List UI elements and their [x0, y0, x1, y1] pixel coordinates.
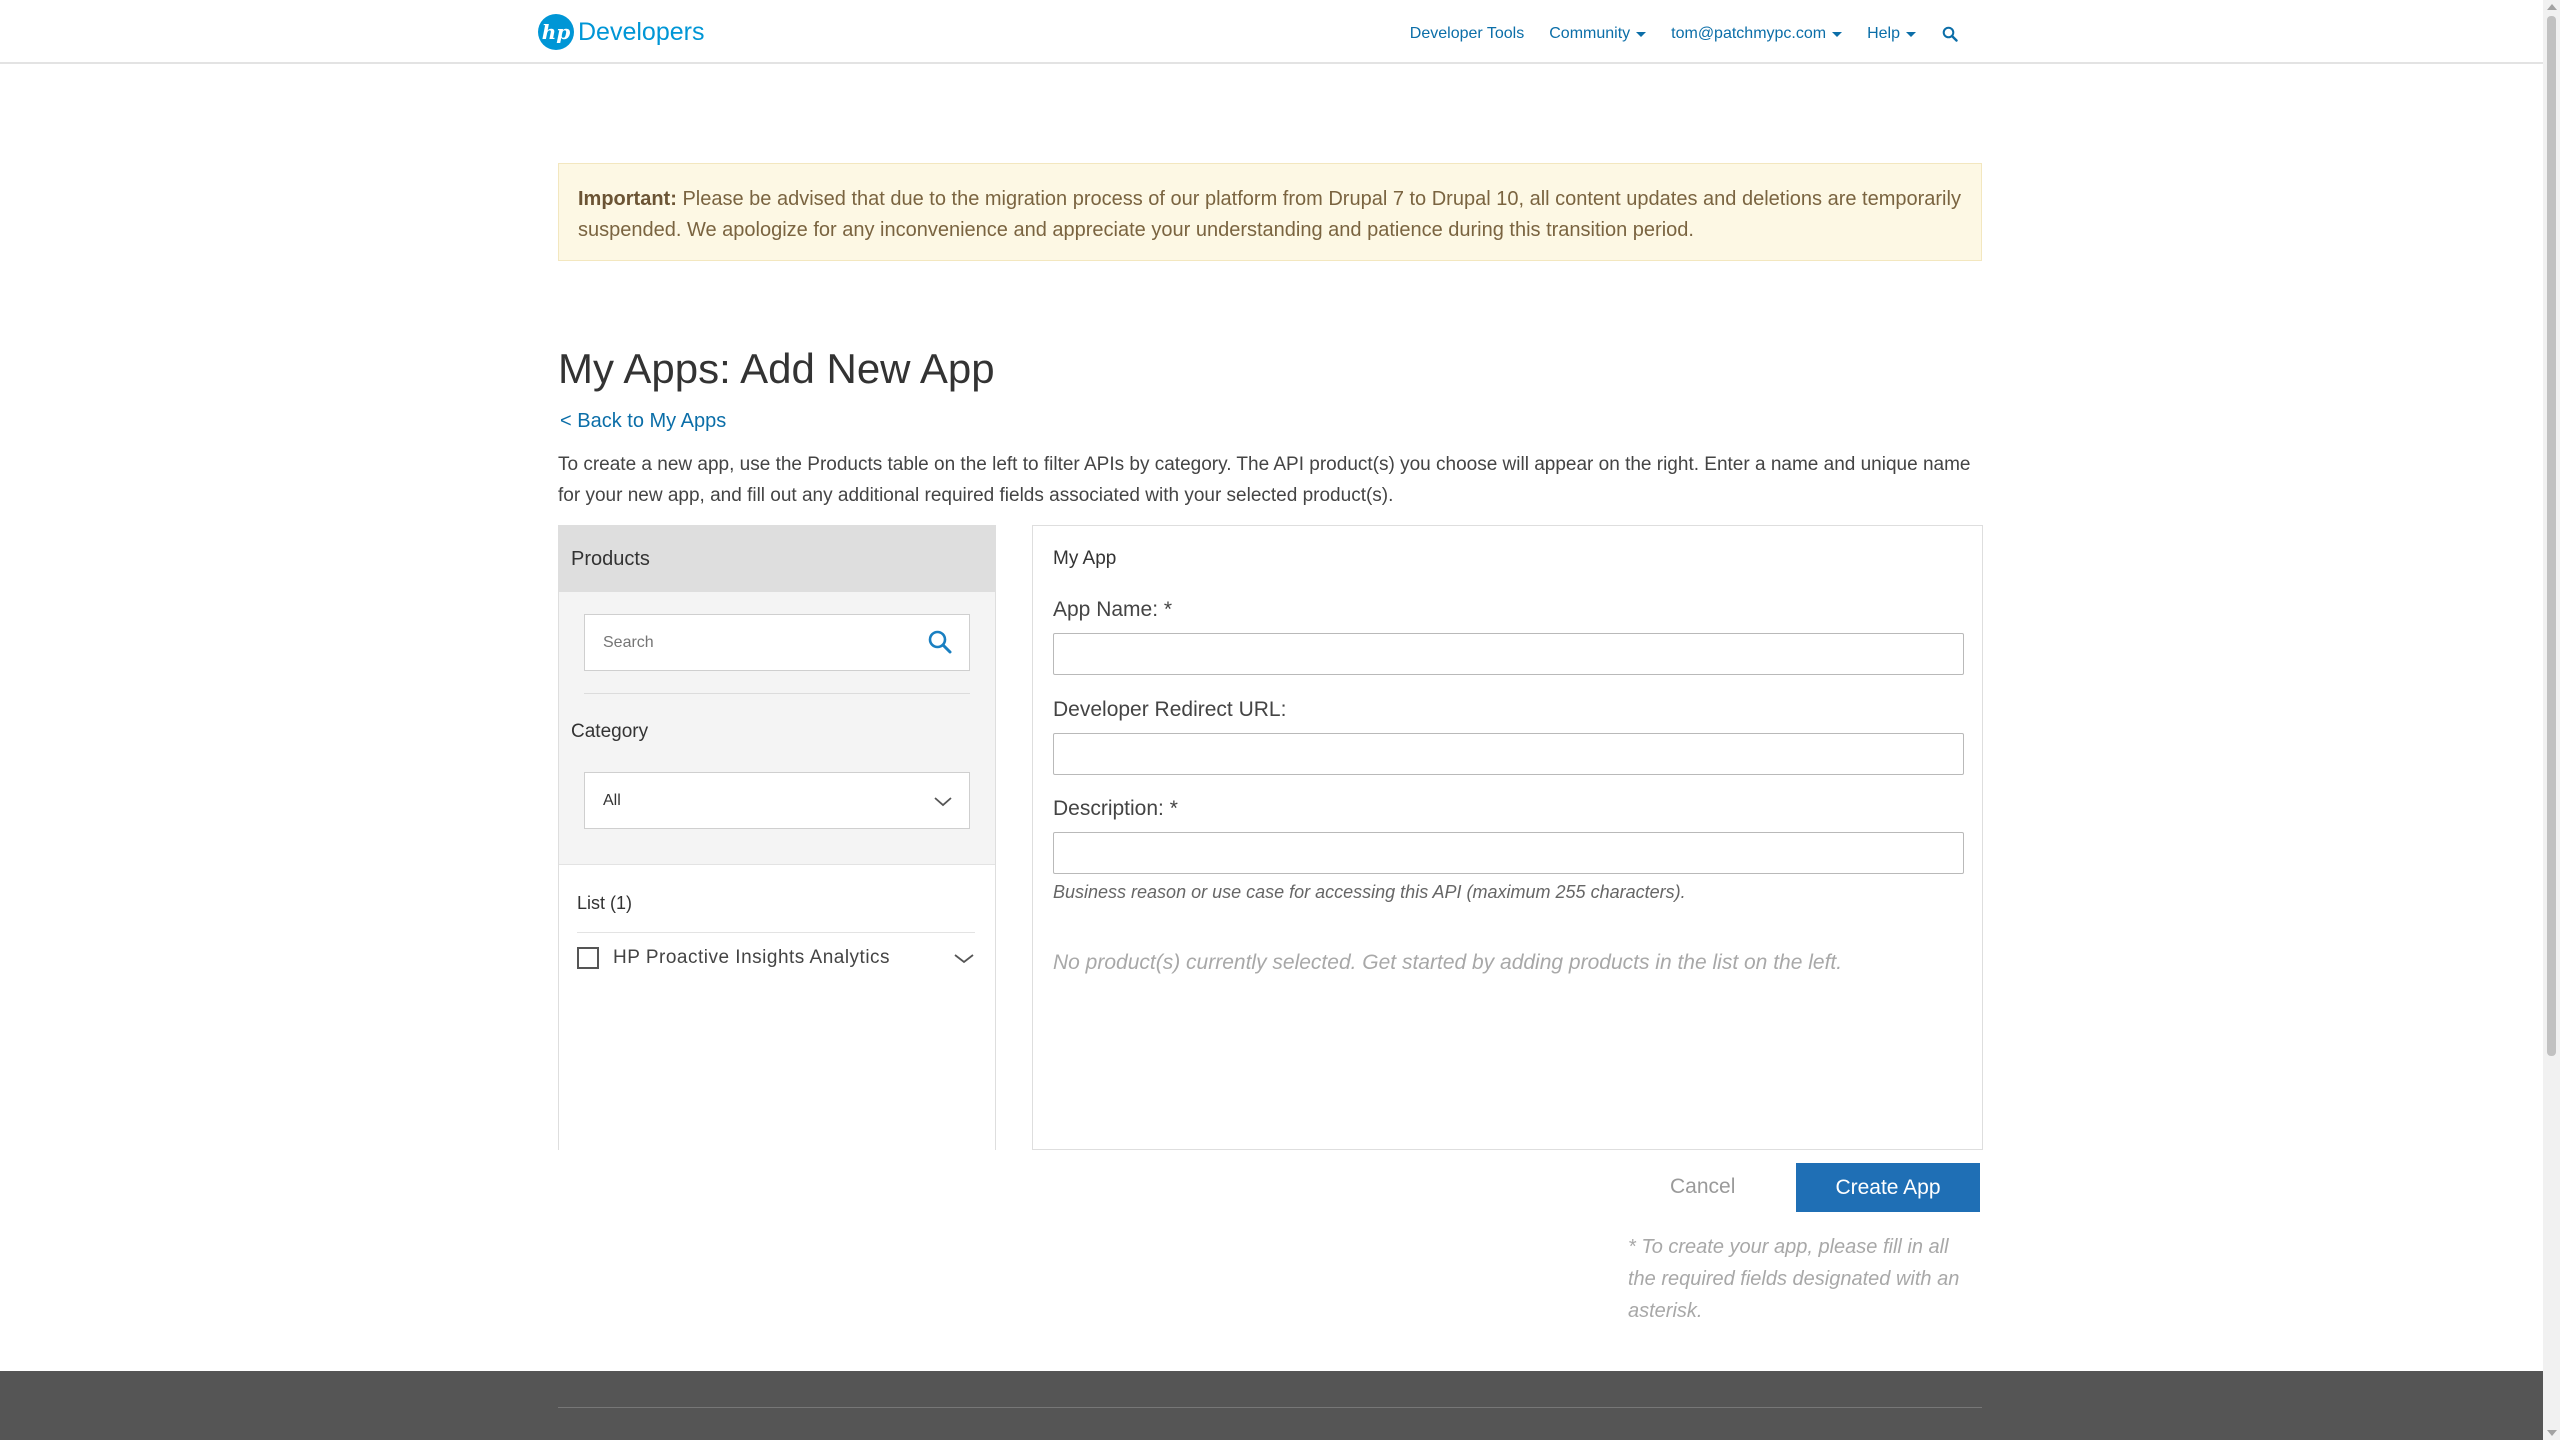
hp-logo-icon: hp [538, 14, 574, 50]
no-products-message: No product(s) currently selected. Get st… [1053, 951, 1843, 974]
back-to-my-apps-link[interactable]: < Back to My Apps [560, 410, 726, 433]
divider [577, 932, 975, 933]
notice-strong: Important: [578, 188, 677, 210]
products-panel: Products Category All List (1) HP Proact… [558, 525, 996, 1150]
nav-community[interactable]: Community [1549, 25, 1647, 43]
description-help-text: Business reason or use case for accessin… [1053, 882, 1686, 902]
list-item: HP Proactive Insights Analytics [577, 943, 975, 973]
scroll-thumb[interactable] [2547, 16, 2556, 1056]
redirect-url-label: Developer Redirect URL: [1053, 698, 1287, 721]
chevron-down-icon[interactable] [953, 949, 975, 974]
nav-developer-tools[interactable]: Developer Tools [1410, 25, 1524, 43]
caret-down-icon [1636, 31, 1647, 37]
app-name-label: App Name: * [1053, 598, 1173, 621]
scroll-down-arrow-icon[interactable] [2547, 1430, 2557, 1436]
caret-down-icon [1832, 31, 1843, 37]
create-app-button[interactable]: Create App [1796, 1163, 1980, 1212]
redirect-url-input[interactable] [1053, 733, 1964, 775]
category-selected-value: All [603, 791, 621, 809]
chevron-down-icon [933, 791, 953, 816]
logo-text: Developers [578, 17, 705, 46]
caret-down-icon [1906, 31, 1916, 37]
search-icon[interactable] [927, 629, 953, 660]
products-heading: Products [559, 526, 995, 592]
products-search-input[interactable] [585, 615, 921, 670]
product-list: List (1) HP Proactive Insights Analytics [559, 864, 995, 1150]
site-header: hp Developers Developer Tools Community … [0, 0, 2543, 64]
page-title: My Apps: Add New App [558, 345, 995, 392]
nav-label: Help [1867, 25, 1900, 42]
intro-text: To create a new app, use the Products ta… [558, 454, 1971, 506]
footer-divider [558, 1407, 1982, 1408]
notice-text: Please be advised that due to the migrat… [578, 188, 1961, 241]
search-icon[interactable] [1942, 26, 1958, 42]
my-app-panel: My App App Name: * Developer Redirect UR… [1032, 525, 1983, 1150]
cancel-button[interactable]: Cancel [1670, 1175, 1735, 1199]
product-checkbox[interactable] [577, 947, 599, 969]
hp-developers-logo[interactable]: hp Developers [538, 14, 704, 50]
description-label: Description: * [1053, 797, 1178, 820]
product-label: HP Proactive Insights Analytics [613, 947, 891, 968]
required-fields-note: * To create your app, please fill in all… [1628, 1236, 1960, 1322]
category-label: Category [571, 721, 649, 742]
nav-label: Developer Tools [1409, 25, 1525, 42]
category-select[interactable]: All [584, 772, 970, 829]
nav-label: Community [1549, 25, 1631, 42]
products-search [584, 614, 970, 671]
nav-label: tom@patchmypc.com [1671, 25, 1827, 42]
scroll-up-arrow-icon[interactable] [2547, 4, 2557, 10]
divider [584, 693, 970, 694]
top-nav: Developer Tools Community tom@patchmypc.… [1385, 25, 1958, 43]
app-name-input[interactable] [1053, 633, 1964, 675]
description-input[interactable] [1053, 832, 1964, 874]
list-title: List (1) [577, 893, 633, 913]
page-scrollbar[interactable] [2543, 0, 2560, 1440]
nav-user-account[interactable]: tom@patchmypc.com [1671, 25, 1843, 43]
my-app-heading: My App [1053, 548, 1117, 569]
site-footer [0, 1371, 2543, 1440]
migration-notice: Important: Please be advised that due to… [558, 163, 1982, 261]
nav-help[interactable]: Help [1867, 25, 1916, 43]
